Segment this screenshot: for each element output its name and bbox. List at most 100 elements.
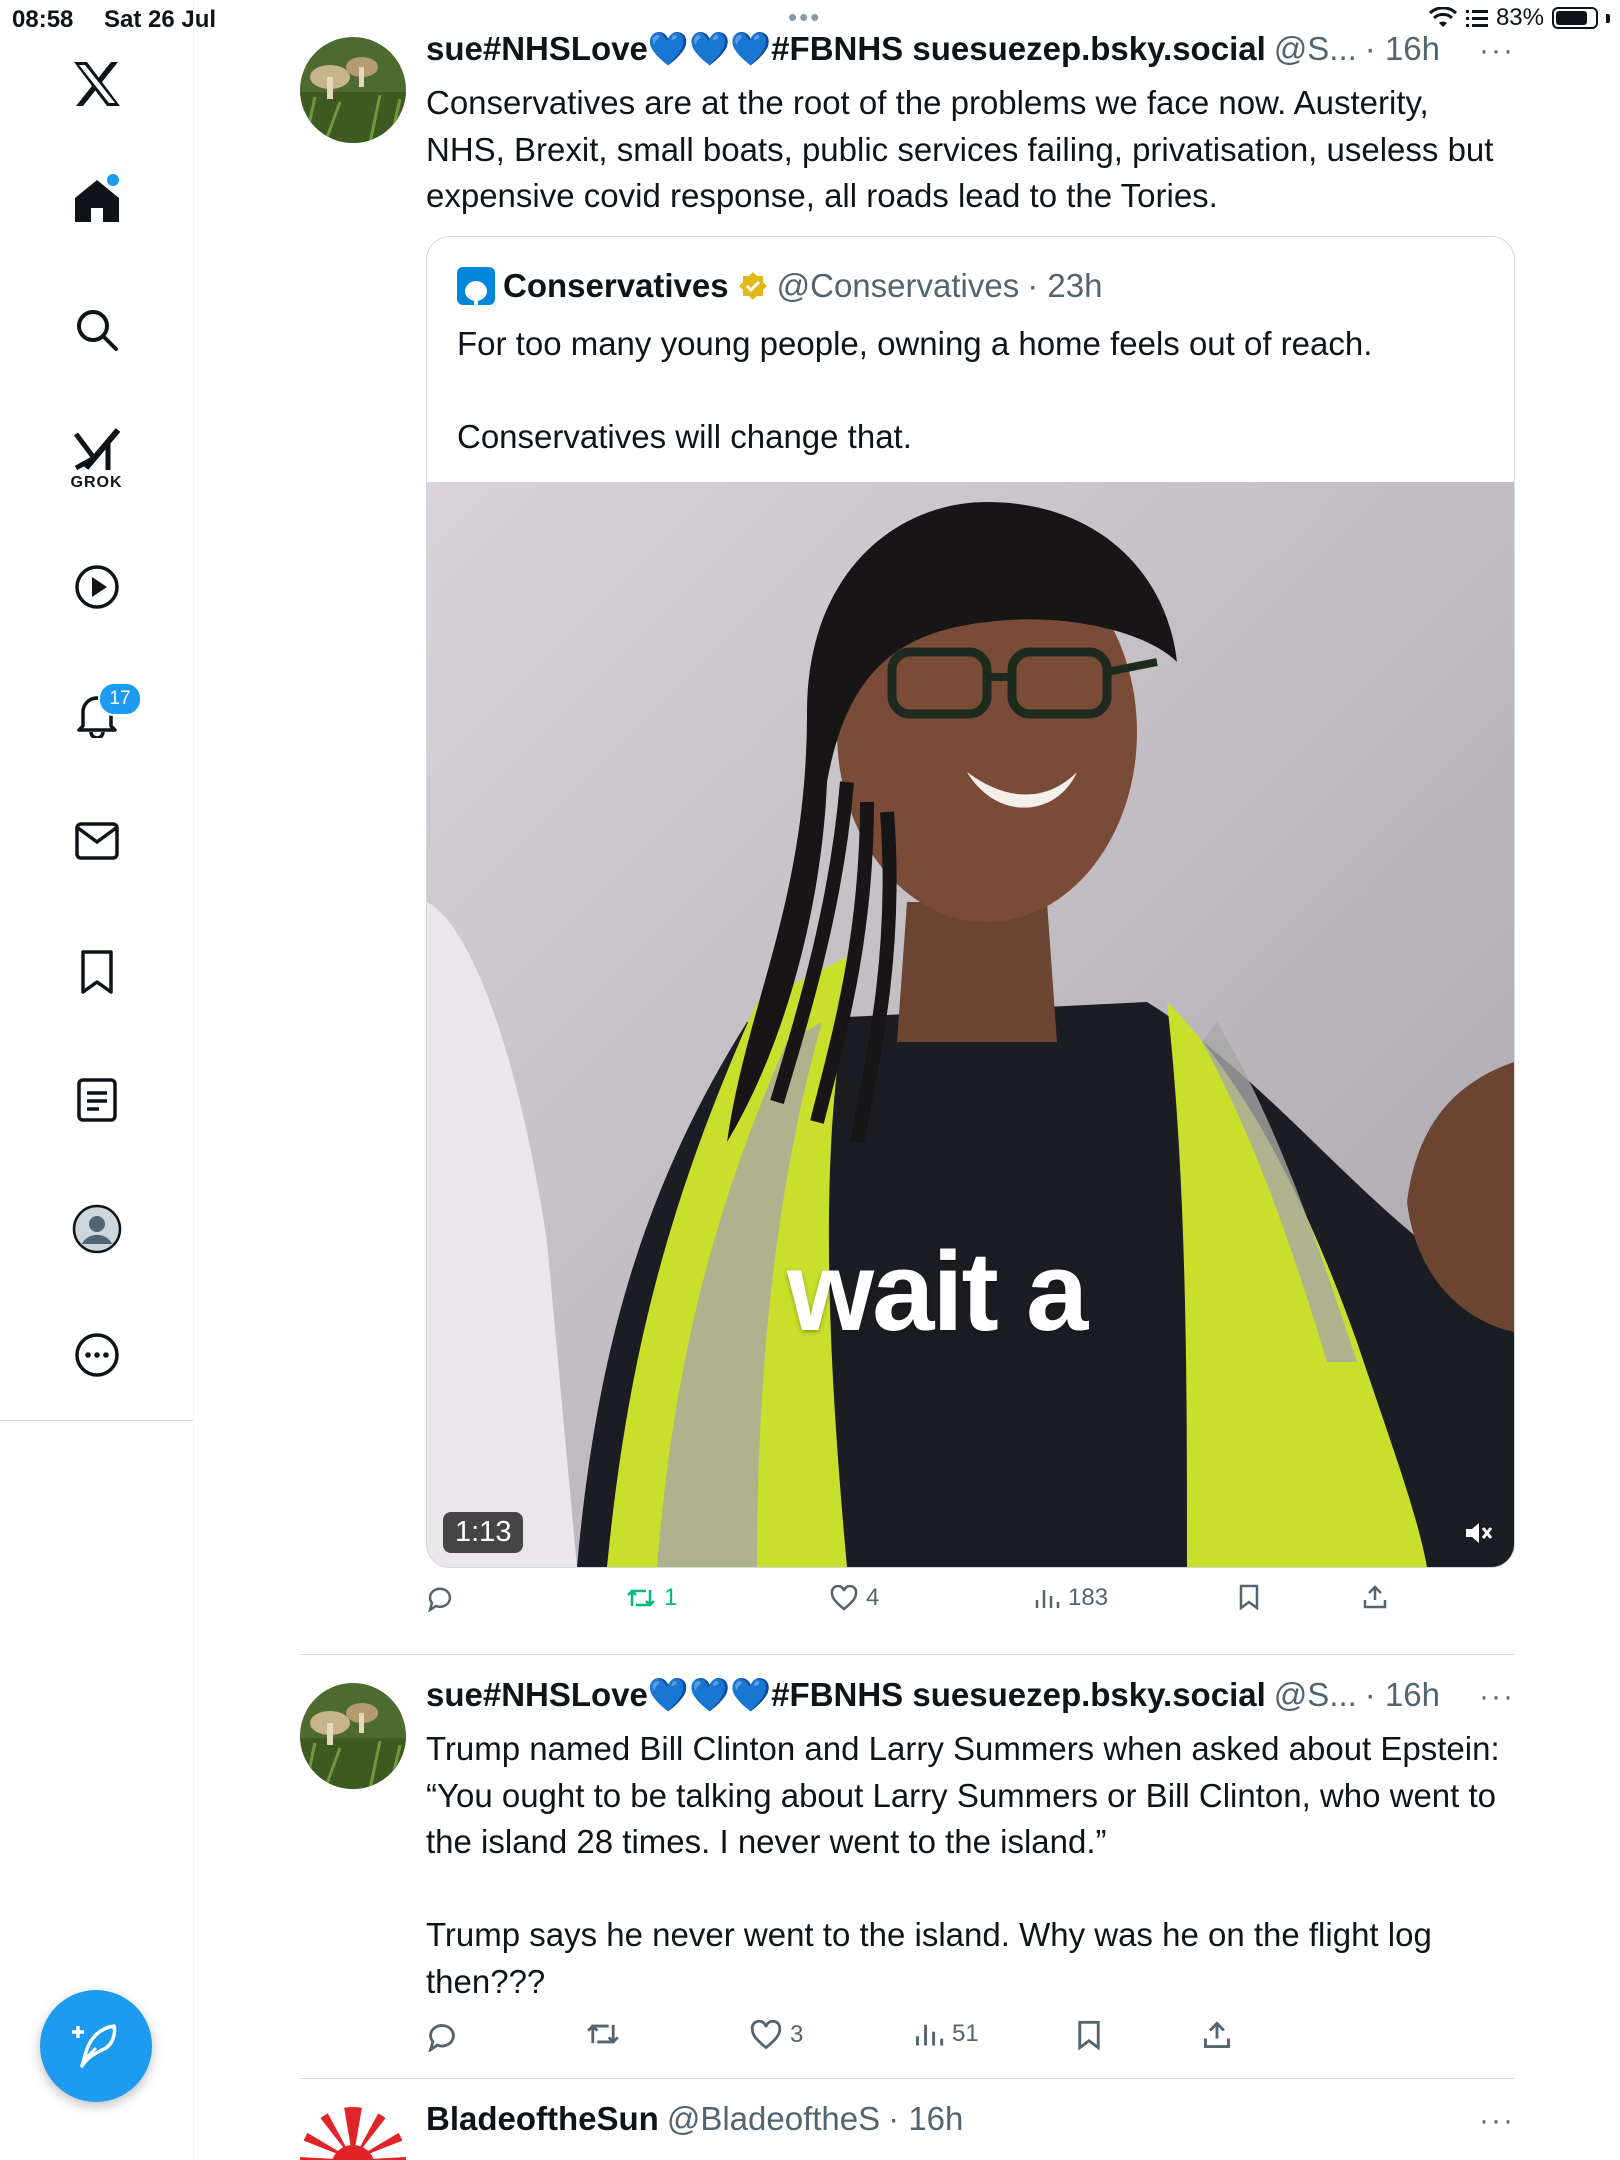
multitask-dots[interactable]: ••• [788, 2, 821, 33]
sidebar-item-notifications[interactable] [0, 692, 193, 738]
heart-icon [830, 1585, 858, 1611]
avatar-icon [72, 1204, 121, 1254]
rising-sun-avatar-icon [300, 2107, 406, 2160]
sidebar-divider [0, 1420, 193, 1421]
bookmark-icon [1078, 2020, 1100, 2050]
focus-list-icon [1465, 10, 1488, 27]
quote-video[interactable]: wait a 1:13 [427, 482, 1514, 1567]
tweet-more-button[interactable]: ··· [1479, 1680, 1515, 1714]
avatar-photo-icon [300, 1683, 406, 1789]
battery-tip [1606, 13, 1610, 23]
tweet-text: Conservatives are at the root of the pro… [426, 84, 1503, 214]
sidebar-item-messages[interactable] [0, 822, 193, 860]
bookmark-button[interactable] [1238, 1584, 1260, 1610]
like-count: 3 [790, 2021, 804, 2048]
share-icon [1204, 2021, 1230, 2048]
search-icon [76, 310, 118, 351]
sidebar-item-profile[interactable] [0, 1204, 193, 1254]
x-logo-icon [73, 62, 120, 106]
tweet-time[interactable]: · 16h [1365, 1676, 1440, 1714]
grok-icon [73, 428, 120, 471]
avatar-photo-icon [300, 37, 406, 143]
quote-header: Conservatives @Conservatives · 23h [457, 267, 1102, 305]
reply-icon [428, 1587, 452, 1612]
volume-muted-icon [1466, 1523, 1493, 1543]
tweet-header: BladeoftheSun @BladeoftheS · 16h [426, 2100, 963, 2138]
sidebar-item-x-logo[interactable] [0, 60, 193, 108]
sidebar: GROK 17 [0, 0, 194, 2160]
tweet-handle[interactable]: @S... [1274, 1676, 1357, 1714]
video-caption: wait a [787, 1229, 1088, 1354]
views-count: 51 [952, 2020, 979, 2047]
quote-handle[interactable]: @Conservatives [777, 267, 1020, 305]
more-icon [74, 1333, 119, 1377]
reply-button[interactable] [426, 1584, 462, 1612]
conservatives-logo-icon [457, 267, 495, 305]
retweet-button[interactable]: 1 [626, 1584, 677, 1612]
tweet-more-button[interactable]: ··· [1479, 34, 1515, 68]
quote-time[interactable]: · 23h [1027, 267, 1102, 305]
share-button[interactable] [1362, 1584, 1388, 1610]
tweet-header: sue#NHSLove💙💙💙#FBNHS suesuezep.bsky.soci… [426, 30, 1440, 69]
sidebar-item-video[interactable] [0, 564, 193, 610]
views-button[interactable]: 183 [1034, 1584, 1108, 1612]
grok-label: GROK [70, 474, 123, 491]
share-button[interactable] [1202, 2020, 1232, 2050]
sidebar-item-lists[interactable] [0, 1078, 193, 1122]
reply-icon [428, 2024, 455, 2052]
like-button[interactable]: 4 [830, 1584, 879, 1612]
tweet-more-button[interactable]: ··· [1479, 2104, 1515, 2138]
views-button[interactable]: 51 [914, 2020, 979, 2048]
sidebar-item-search[interactable] [0, 308, 193, 352]
sidebar-item-more[interactable] [0, 1332, 193, 1378]
heart-icon [750, 2020, 782, 2050]
tweet-time[interactable]: · 16h [1365, 30, 1440, 68]
share-icon [1363, 1585, 1387, 1609]
video-duration: 1:13 [443, 1512, 524, 1553]
wifi-icon [1428, 7, 1457, 27]
status-right: 83% [1428, 4, 1610, 32]
verified-gold-icon [738, 272, 767, 300]
tweet-author-name[interactable]: sue#NHSLove💙💙💙#FBNHS suesuezep.bsky.soci… [426, 1676, 1266, 1715]
tweet-handle[interactable]: @BladeoftheS [667, 2100, 880, 2138]
retweet-count: 1 [664, 1584, 678, 1611]
tweet-text: Trump named Bill Clinton and Larry Summe… [426, 1730, 1500, 2000]
retweet-button[interactable] [586, 2020, 628, 2048]
quote-text: For too many young people, owning a home… [457, 325, 1373, 455]
notifications-badge: 17 [98, 682, 142, 716]
bookmark-icon [1239, 1584, 1259, 1610]
mute-button[interactable] [1464, 1520, 1494, 1551]
compose-button[interactable] [40, 1990, 152, 2102]
like-button[interactable]: 3 [750, 2020, 803, 2050]
tweet-avatar[interactable] [300, 2107, 406, 2160]
list-icon [76, 1078, 117, 1122]
mail-icon [74, 822, 119, 860]
tweet-author-name[interactable]: BladeoftheSun [426, 2100, 659, 2138]
battery-percent: 83% [1495, 4, 1544, 31]
quote-author-name[interactable]: Conservatives [503, 267, 729, 305]
tweet-handle[interactable]: @S... [1274, 30, 1357, 68]
tweet-author-name[interactable]: sue#NHSLove💙💙💙#FBNHS suesuezep.bsky.soci… [426, 30, 1266, 69]
play-icon [74, 565, 119, 609]
tweet-divider [300, 2078, 1515, 2079]
tweet-actions: 3 51 [426, 2020, 1406, 2060]
battery-fill [1556, 11, 1587, 25]
home-unread-dot [107, 174, 119, 186]
retweet-icon [587, 2024, 619, 2044]
tweet-actions: 1 4 183 [426, 1584, 1406, 1624]
tweet-header: sue#NHSLove💙💙💙#FBNHS suesuezep.bsky.soci… [426, 1676, 1440, 1715]
compose-icon [72, 2024, 117, 2068]
bookmark-button[interactable] [1076, 2020, 1102, 2050]
views-chart-icon [1035, 1590, 1060, 1608]
sidebar-item-bookmarks[interactable] [0, 950, 193, 994]
tweet-avatar[interactable] [300, 1683, 406, 1789]
sidebar-item-home[interactable] [0, 178, 193, 224]
battery-icon [1552, 7, 1598, 29]
tweet-time[interactable]: · 16h [888, 2100, 963, 2138]
views-count: 183 [1068, 1584, 1109, 1611]
reply-button[interactable] [426, 2020, 466, 2052]
quote-tweet[interactable]: Conservatives @Conservatives · 23h For t… [426, 236, 1515, 1568]
sidebar-item-grok[interactable]: GROK [0, 428, 193, 492]
retweet-icon [627, 1589, 655, 1607]
tweet-avatar[interactable] [300, 37, 406, 143]
